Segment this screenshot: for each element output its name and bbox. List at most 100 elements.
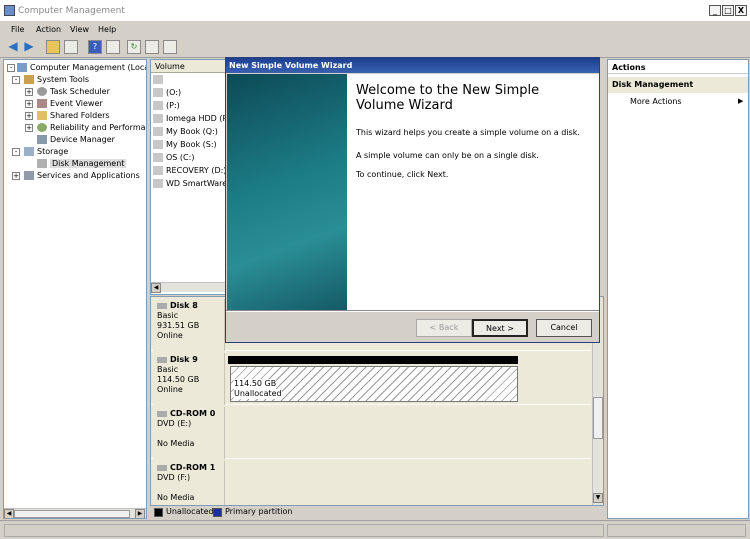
tree-item-disk-management[interactable]: Disk Management	[37, 158, 127, 170]
drive-icon	[153, 140, 163, 149]
drive-icon	[153, 114, 163, 123]
tree-horizontal-scrollbar[interactable]: ◀ ▶	[4, 508, 146, 518]
disk-row: CD-ROM 1 DVD (F:) No Media	[151, 461, 591, 505]
wizard-divider	[226, 310, 599, 312]
legend: Unallocated Primary partition	[150, 506, 604, 520]
title-bar: Computer Management _ □ X	[0, 0, 750, 22]
drive-icon	[153, 127, 163, 136]
wizard-banner-image	[227, 74, 347, 310]
expand-reliability-icon[interactable]: +	[25, 124, 33, 132]
disk-label[interactable]: CD-ROM 1 DVD (F:) No Media	[153, 461, 225, 505]
wizard-text-3: To continue, click Next.	[356, 170, 449, 179]
tree-item-services[interactable]: Services and Applications	[24, 170, 140, 182]
collapse-root-icon[interactable]: -	[7, 64, 15, 72]
menu-view[interactable]: View	[70, 25, 89, 34]
actions-pane: Actions Disk Management More Actions ▶	[607, 59, 749, 519]
scroll-down-icon[interactable]: ▼	[593, 493, 603, 503]
drive-icon	[153, 166, 163, 175]
scroll-thumb[interactable]	[14, 510, 130, 518]
properties-icon[interactable]	[145, 40, 159, 54]
drive-icon	[153, 88, 163, 97]
volume-row[interactable]: (O:)	[153, 87, 181, 99]
cancel-button[interactable]: Cancel	[536, 319, 592, 337]
tree-item-system-tools[interactable]: System Tools	[24, 74, 89, 86]
wizard-text-2: A simple volume can only be on a single …	[356, 151, 539, 160]
navigation-tree: - Computer Management (Local) - System T…	[3, 59, 147, 519]
actions-header: Actions	[608, 60, 748, 74]
volume-row[interactable]: RECOVERY (D:)	[153, 165, 226, 177]
toolbar: ◀ ▶ ? ↻	[0, 38, 750, 58]
tree-item-reliability[interactable]: Reliability and Performance	[37, 122, 146, 134]
drive-icon	[153, 153, 163, 162]
tree-item-shared-folders[interactable]: Shared Folders	[37, 110, 110, 122]
wizard-title-bar: New Simple Volume Wizard	[226, 58, 599, 73]
expand-event-viewer-icon[interactable]: +	[25, 100, 33, 108]
clock-icon	[37, 87, 47, 96]
computer-icon	[17, 63, 27, 72]
tree-item-event-viewer[interactable]: Event Viewer	[37, 98, 103, 110]
forward-arrow-icon[interactable]: ▶	[22, 40, 36, 54]
scroll-left-icon[interactable]: ◀	[4, 509, 14, 518]
minimize-button[interactable]: _	[709, 5, 721, 16]
tree-item-root[interactable]: Computer Management (Local)	[17, 62, 146, 74]
close-button[interactable]: X	[735, 5, 747, 16]
shared-folder-icon	[37, 111, 47, 120]
show-hide-tree-icon[interactable]	[64, 40, 78, 54]
volume-row[interactable]: My Book (Q:)	[153, 126, 218, 138]
maximize-button[interactable]: □	[722, 5, 734, 16]
expand-shared-folders-icon[interactable]: +	[25, 112, 33, 120]
menu-action[interactable]: Action	[36, 25, 61, 34]
wizard-content: Welcome to the New Simple Volume Wizard …	[347, 74, 599, 310]
refresh-icon[interactable]: ↻	[127, 40, 141, 54]
expand-services-icon[interactable]: +	[12, 172, 20, 180]
volume-row[interactable]: OS (C:)	[153, 152, 194, 164]
back-arrow-icon[interactable]: ◀	[6, 40, 20, 54]
console-icon[interactable]	[106, 40, 120, 54]
up-folder-icon[interactable]	[46, 40, 60, 54]
performance-icon	[37, 123, 47, 132]
tree-item-device-manager[interactable]: Device Manager	[37, 134, 115, 146]
collapse-system-tools-icon[interactable]: -	[12, 76, 20, 84]
disk-row: CD-ROM 0 DVD (E:) No Media	[151, 407, 591, 459]
legend-label-unallocated: Unallocated	[166, 507, 214, 516]
collapse-storage-icon[interactable]: -	[12, 148, 20, 156]
actions-section-disk-management[interactable]: Disk Management	[608, 77, 748, 93]
disk-label[interactable]: Disk 8 Basic 931.51 GB Online	[153, 299, 225, 351]
menu-help[interactable]: Help	[98, 25, 116, 34]
help-icon[interactable]: ?	[88, 40, 102, 54]
scroll-right-icon[interactable]: ▶	[135, 509, 145, 518]
volume-horizontal-scrollbar[interactable]: ◀	[151, 282, 227, 293]
legend-swatch-primary	[213, 508, 222, 517]
scroll-left-icon[interactable]: ◀	[151, 283, 161, 293]
event-viewer-icon	[37, 99, 47, 108]
unallocated-partition[interactable]: 114.50 GB Unallocated	[230, 366, 518, 402]
scroll-thumb[interactable]	[593, 397, 603, 439]
wizard-text-1: This wizard helps you create a simple vo…	[356, 128, 580, 137]
back-button[interactable]: < Back	[416, 319, 472, 337]
app-icon	[4, 5, 15, 16]
status-bar	[0, 520, 750, 539]
legend-swatch-unallocated	[154, 508, 163, 517]
new-simple-volume-wizard: New Simple Volume Wizard Welcome to the …	[225, 57, 600, 343]
volume-row[interactable]: Iomega HDD (R:)	[153, 113, 234, 125]
storage-icon	[24, 147, 34, 156]
disk-label[interactable]: Disk 9 Basic 114.50 GB Online	[153, 353, 225, 405]
disk-icon	[37, 159, 47, 168]
volume-row[interactable]	[153, 74, 166, 86]
settings-icon[interactable]	[163, 40, 177, 54]
drive-icon	[153, 75, 163, 84]
cd-rom-icon	[157, 464, 167, 471]
next-button[interactable]: Next >	[472, 319, 528, 337]
menu-file[interactable]: File	[11, 25, 24, 34]
window-title: Computer Management	[18, 6, 125, 16]
volume-row[interactable]: (P:)	[153, 100, 180, 112]
more-actions-link[interactable]: More Actions ▶	[630, 97, 746, 109]
disk-row: Disk 9 Basic 114.50 GB Online 114.50 GB Una…	[151, 353, 591, 405]
disk-label[interactable]: CD-ROM 0 DVD (E:) No Media	[153, 407, 225, 459]
volume-row[interactable]: My Book (S:)	[153, 139, 217, 151]
unallocated-bar	[228, 356, 518, 364]
expand-task-scheduler-icon[interactable]: +	[25, 88, 33, 96]
tree-item-storage[interactable]: Storage	[24, 146, 68, 158]
cd-rom-icon	[157, 410, 167, 417]
tree-item-task-scheduler[interactable]: Task Scheduler	[37, 86, 110, 98]
